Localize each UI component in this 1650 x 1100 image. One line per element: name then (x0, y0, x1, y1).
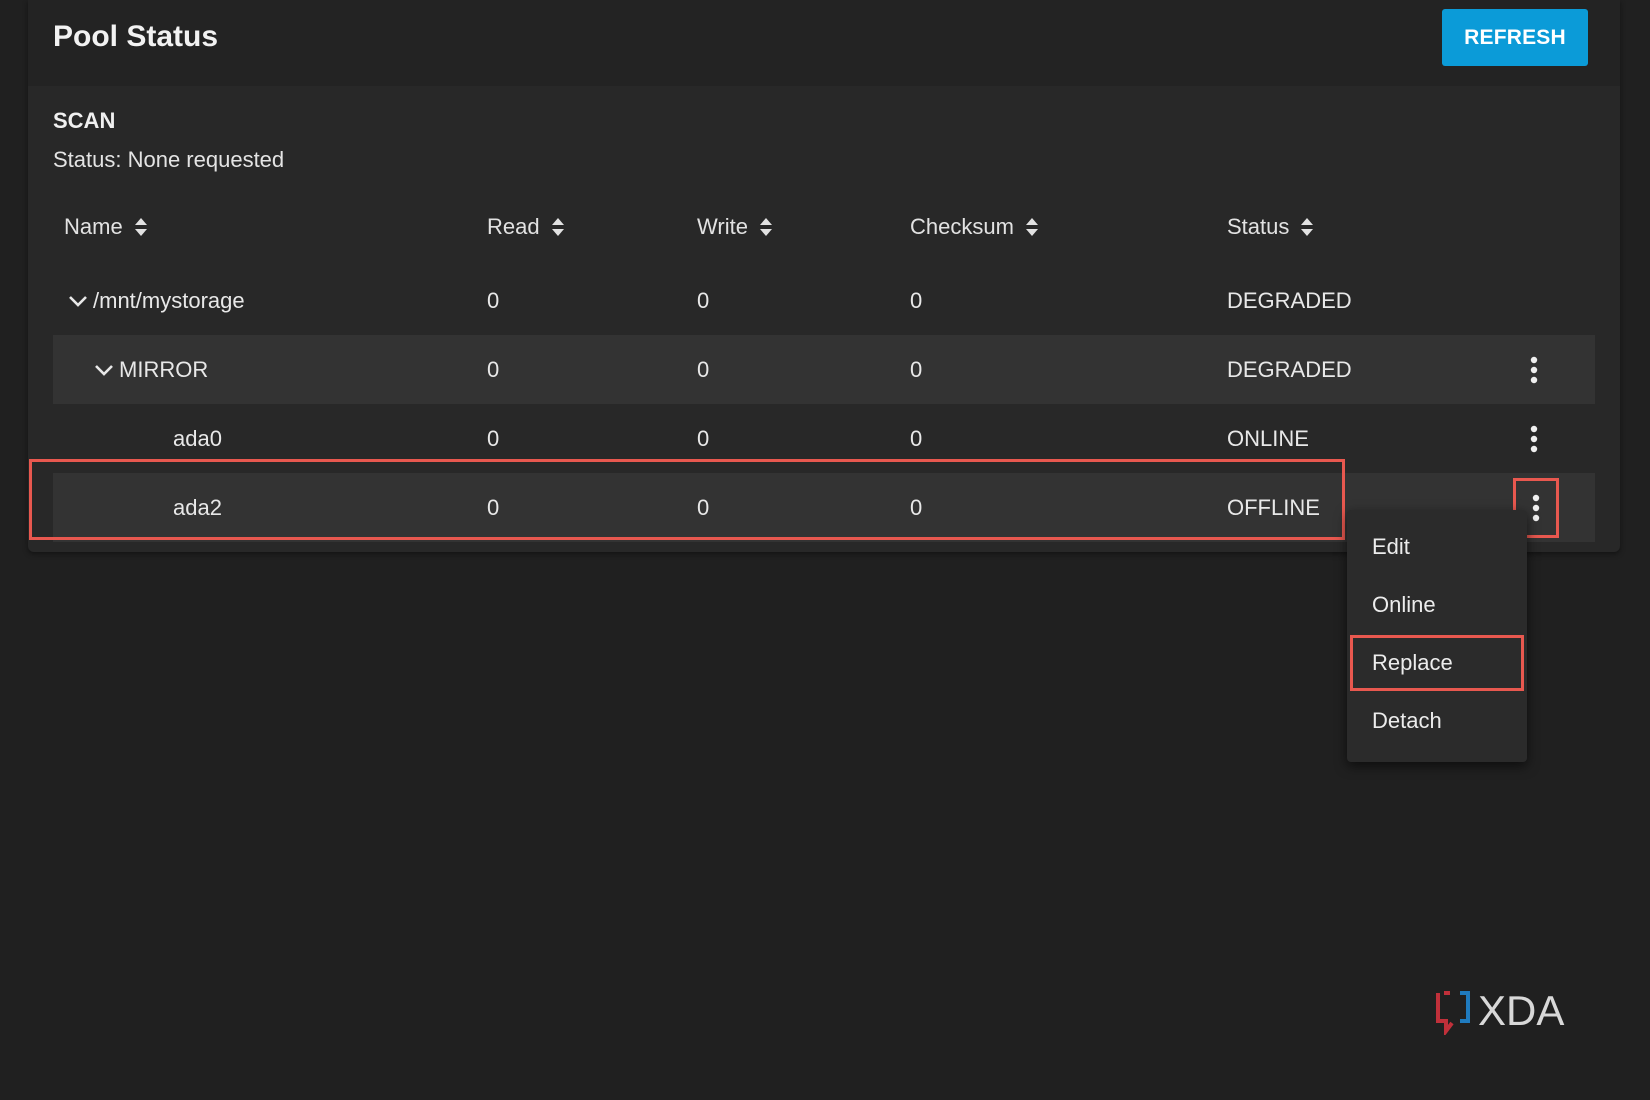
name-cell: ada2 (173, 495, 222, 521)
table-row[interactable]: ada0 0 0 0 ONLINE (53, 404, 1595, 473)
column-label: Status (1227, 214, 1290, 239)
column-header-status[interactable]: Status (1227, 214, 1315, 240)
kebab-menu-icon[interactable] (1516, 414, 1552, 464)
read-cell: 0 (487, 287, 500, 313)
row-name: MIRROR (119, 356, 209, 382)
table-header-row: Name Read Write Checksum Status (53, 190, 1595, 266)
column-header-write[interactable]: Write (697, 214, 774, 240)
name-cell: ada0 (173, 426, 222, 452)
menu-item-detach[interactable]: Detach (1347, 692, 1527, 750)
refresh-button[interactable]: REFRESH (1442, 9, 1588, 66)
menu-item-replace[interactable]: Replace (1349, 634, 1525, 692)
read-cell: 0 (487, 425, 500, 451)
read-cell: 0 (487, 494, 500, 520)
row-actions-menu: Edit Online Replace Detach (1347, 510, 1527, 762)
xda-logo: XDA (1436, 987, 1564, 1035)
kebab-menu-icon[interactable] (1516, 345, 1552, 395)
pool-status-card: Pool Status REFRESH SCAN Status: None re… (28, 0, 1620, 552)
row-name: ada0 (173, 425, 222, 451)
menu-item-online[interactable]: Online (1347, 576, 1527, 634)
scan-status: Status: None requested (53, 147, 285, 172)
page-title: Pool Status (53, 20, 219, 53)
column-label: Name (64, 214, 123, 239)
card-header: Pool Status REFRESH (28, 0, 1620, 86)
chevron-down-icon[interactable] (67, 290, 89, 312)
row-name: ada2 (173, 494, 222, 520)
table-row[interactable]: MIRROR 0 0 0 DEGRADED (53, 335, 1595, 404)
checksum-cell: 0 (910, 356, 923, 382)
sort-icon (759, 218, 772, 236)
sort-icon (1025, 218, 1038, 236)
write-cell: 0 (697, 287, 710, 313)
column-label: Read (487, 214, 540, 239)
table-row[interactable]: /mnt/mystorage 0 0 0 DEGRADED (53, 266, 1595, 335)
read-cell: 0 (487, 356, 500, 382)
watermark-text: XDA (1478, 987, 1564, 1034)
column-header-name[interactable]: Name (64, 214, 149, 240)
name-cell: /mnt/mystorage (67, 288, 245, 314)
checksum-cell: 0 (910, 425, 923, 451)
scan-heading: SCAN (53, 108, 116, 133)
column-header-checksum[interactable]: Checksum (910, 214, 1040, 240)
chevron-down-icon[interactable] (93, 359, 115, 381)
column-header-read[interactable]: Read (487, 214, 566, 240)
checksum-cell: 0 (910, 494, 923, 520)
name-cell: MIRROR (93, 357, 208, 383)
status-cell: ONLINE (1227, 425, 1309, 451)
menu-item-edit[interactable]: Edit (1347, 518, 1527, 576)
status-cell: OFFLINE (1227, 494, 1320, 520)
checksum-cell: 0 (910, 287, 923, 313)
write-cell: 0 (697, 494, 710, 520)
write-cell: 0 (697, 425, 710, 451)
row-name: /mnt/mystorage (93, 287, 245, 313)
column-label: Write (697, 214, 748, 239)
status-cell: DEGRADED (1227, 287, 1352, 313)
pool-table: Name Read Write Checksum Status /mnt/mys… (53, 190, 1595, 542)
status-cell: DEGRADED (1227, 356, 1352, 382)
column-label: Checksum (910, 214, 1014, 239)
sort-icon (1301, 218, 1314, 236)
sort-icon (551, 218, 564, 236)
write-cell: 0 (697, 356, 710, 382)
sort-icon (134, 218, 147, 236)
